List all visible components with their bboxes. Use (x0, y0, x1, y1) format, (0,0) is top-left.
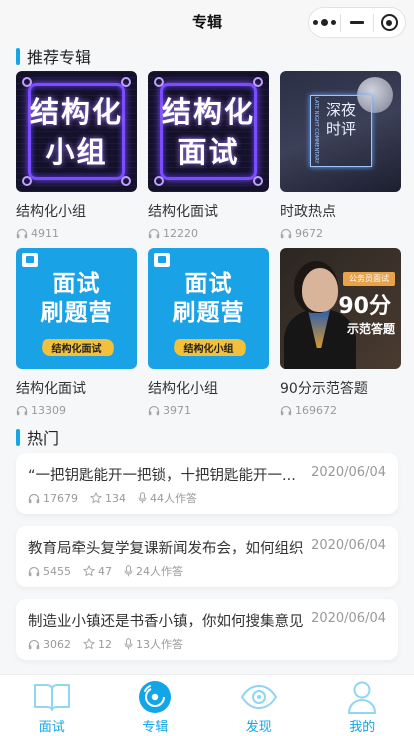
album-name: 结构化面试 (16, 381, 86, 397)
cover-text: 面试 (184, 271, 233, 297)
album-cover: 面试刷题营 结构化面试 (16, 248, 137, 369)
answer-count: 44人作答 (138, 490, 197, 506)
microphone-icon (124, 638, 133, 650)
cover-text: 刷题营 (40, 300, 113, 326)
cover-tag: 公务员面试 (343, 272, 395, 286)
miniprogram-capsule (308, 7, 406, 38)
headphones-icon (16, 228, 28, 239)
album-cover: 结构化 小组 (16, 71, 137, 192)
tab-discover[interactable]: 发现 (207, 675, 311, 736)
answer-count: 13人作答 (124, 636, 183, 652)
cover-subtext: LATE NIGHT COMMENTARY (313, 97, 319, 164)
cover-text: 深夜时评 (325, 101, 356, 138)
tab-interview[interactable]: 面试 (0, 675, 104, 736)
brand-logo-icon (22, 253, 38, 267)
hot-question-card[interactable]: “一把钥匙能开一把锁，十把钥匙能开一... 2020/06/04 17679 1… (16, 453, 398, 514)
listen-count: 5455 (28, 565, 71, 578)
star-icon (90, 492, 102, 504)
headphones-icon (148, 405, 160, 416)
minimize-button[interactable] (341, 8, 372, 37)
cover-text: 小组 (45, 134, 108, 169)
album-cover: 结构化 面试 (148, 71, 269, 192)
cover-text: 结构化 (161, 94, 255, 129)
album-card[interactable]: 面试刷题营 结构化面试 结构化面试 13309 (16, 248, 137, 417)
album-cover: 公务员面试 90分 示范答题 (280, 248, 401, 369)
star-icon (83, 638, 95, 650)
cover-text: 示范答题 (346, 322, 395, 336)
book-icon (33, 684, 70, 711)
section-accent-bar (16, 47, 20, 65)
question-title: “一把钥匙能开一把锁，十把钥匙能开一... (28, 468, 296, 484)
album-name: 90分示范答题 (280, 381, 368, 397)
headphones-icon (148, 228, 160, 239)
album-listen-count: 3971 (148, 404, 269, 417)
more-button[interactable] (309, 8, 340, 37)
question-title: 教育局牵头复学复课新闻发布会，如何组织 (28, 541, 304, 557)
question-title: 制造业小镇还是书香小镇，你如何搜集意见 (28, 614, 304, 630)
microphone-icon (124, 565, 133, 577)
headphones-icon (280, 228, 292, 239)
like-count: 134 (90, 492, 126, 505)
album-listen-count: 13309 (16, 404, 137, 417)
navigation-bar: 专辑 (0, 0, 414, 44)
cover-text: 面试 (177, 134, 240, 169)
like-count: 47 (83, 565, 112, 578)
bottom-tab-bar: 面试 专辑 发现 我的 (0, 674, 414, 736)
listen-count: 3062 (28, 638, 71, 651)
question-date: 2020/06/04 (311, 465, 386, 480)
album-disc-icon (139, 681, 172, 713)
brand-logo-icon (154, 253, 170, 267)
question-date: 2020/06/04 (311, 538, 386, 553)
answer-count: 24人作答 (124, 563, 183, 579)
cover-text: 刷题营 (172, 300, 245, 326)
album-name: 结构化小组 (16, 204, 86, 220)
cover-tag: 结构化面试 (51, 344, 102, 355)
album-card[interactable]: 面试刷题营 结构化小组 结构化小组 3971 (148, 248, 269, 417)
album-name: 时政热点 (280, 204, 336, 220)
hot-question-card[interactable]: 教育局牵头复学复课新闻发布会，如何组织 2020/06/04 5455 47 2… (16, 526, 398, 587)
headphones-icon (280, 405, 292, 416)
hot-section-title: 热门 (16, 427, 59, 448)
question-stats: 3062 12 13人作答 (28, 636, 195, 652)
headphones-icon (28, 566, 40, 576)
cover-score: 90分 (338, 294, 391, 319)
microphone-icon (138, 492, 147, 504)
listen-count: 17679 (28, 492, 78, 505)
like-count: 12 (83, 638, 112, 651)
close-miniprogram-button[interactable] (374, 8, 405, 37)
close-target-icon (380, 14, 398, 31)
album-name: 结构化面试 (148, 204, 218, 220)
headphones-icon (28, 639, 40, 649)
minimize-icon (349, 21, 364, 24)
album-card[interactable]: 结构化 小组 结构化小组 4911 (16, 71, 137, 240)
album-cover: LATE NIGHT COMMENTARY 深夜时评 (280, 71, 401, 192)
album-cover: 面试刷题营 结构化小组 (148, 248, 269, 369)
tab-profile[interactable]: 我的 (311, 675, 414, 736)
hot-question-card[interactable]: 制造业小镇还是书香小镇，你如何搜集意见 2020/06/04 3062 12 1… (16, 599, 398, 660)
album-listen-count: 4911 (16, 227, 137, 240)
more-dots-icon (313, 19, 337, 26)
question-stats: 17679 134 44人作答 (28, 490, 209, 506)
album-listen-count: 9672 (280, 227, 401, 240)
headphones-icon (16, 405, 28, 416)
star-icon (83, 565, 95, 577)
tab-albums[interactable]: 专辑 (104, 675, 208, 736)
recommended-section-title: 推荐专辑 (16, 46, 91, 67)
cover-text: 结构化 (29, 94, 123, 129)
person-icon (348, 681, 377, 714)
album-card[interactable]: LATE NIGHT COMMENTARY 深夜时评 时政热点 9672 (280, 71, 401, 240)
album-card[interactable]: 公务员面试 90分 示范答题 90分示范答题 169672 (280, 248, 401, 417)
album-card[interactable]: 结构化 面试 结构化面试 12220 (148, 71, 269, 240)
album-listen-count: 12220 (148, 227, 269, 240)
question-stats: 5455 47 24人作答 (28, 563, 195, 579)
cover-tag: 结构化小组 (183, 344, 234, 355)
eye-icon (240, 684, 277, 710)
album-listen-count: 169672 (280, 404, 401, 417)
section-accent-bar (16, 428, 20, 446)
headphones-icon (28, 493, 40, 503)
cover-text: 面试 (52, 271, 101, 297)
album-name: 结构化小组 (148, 381, 218, 397)
question-date: 2020/06/04 (311, 611, 386, 626)
